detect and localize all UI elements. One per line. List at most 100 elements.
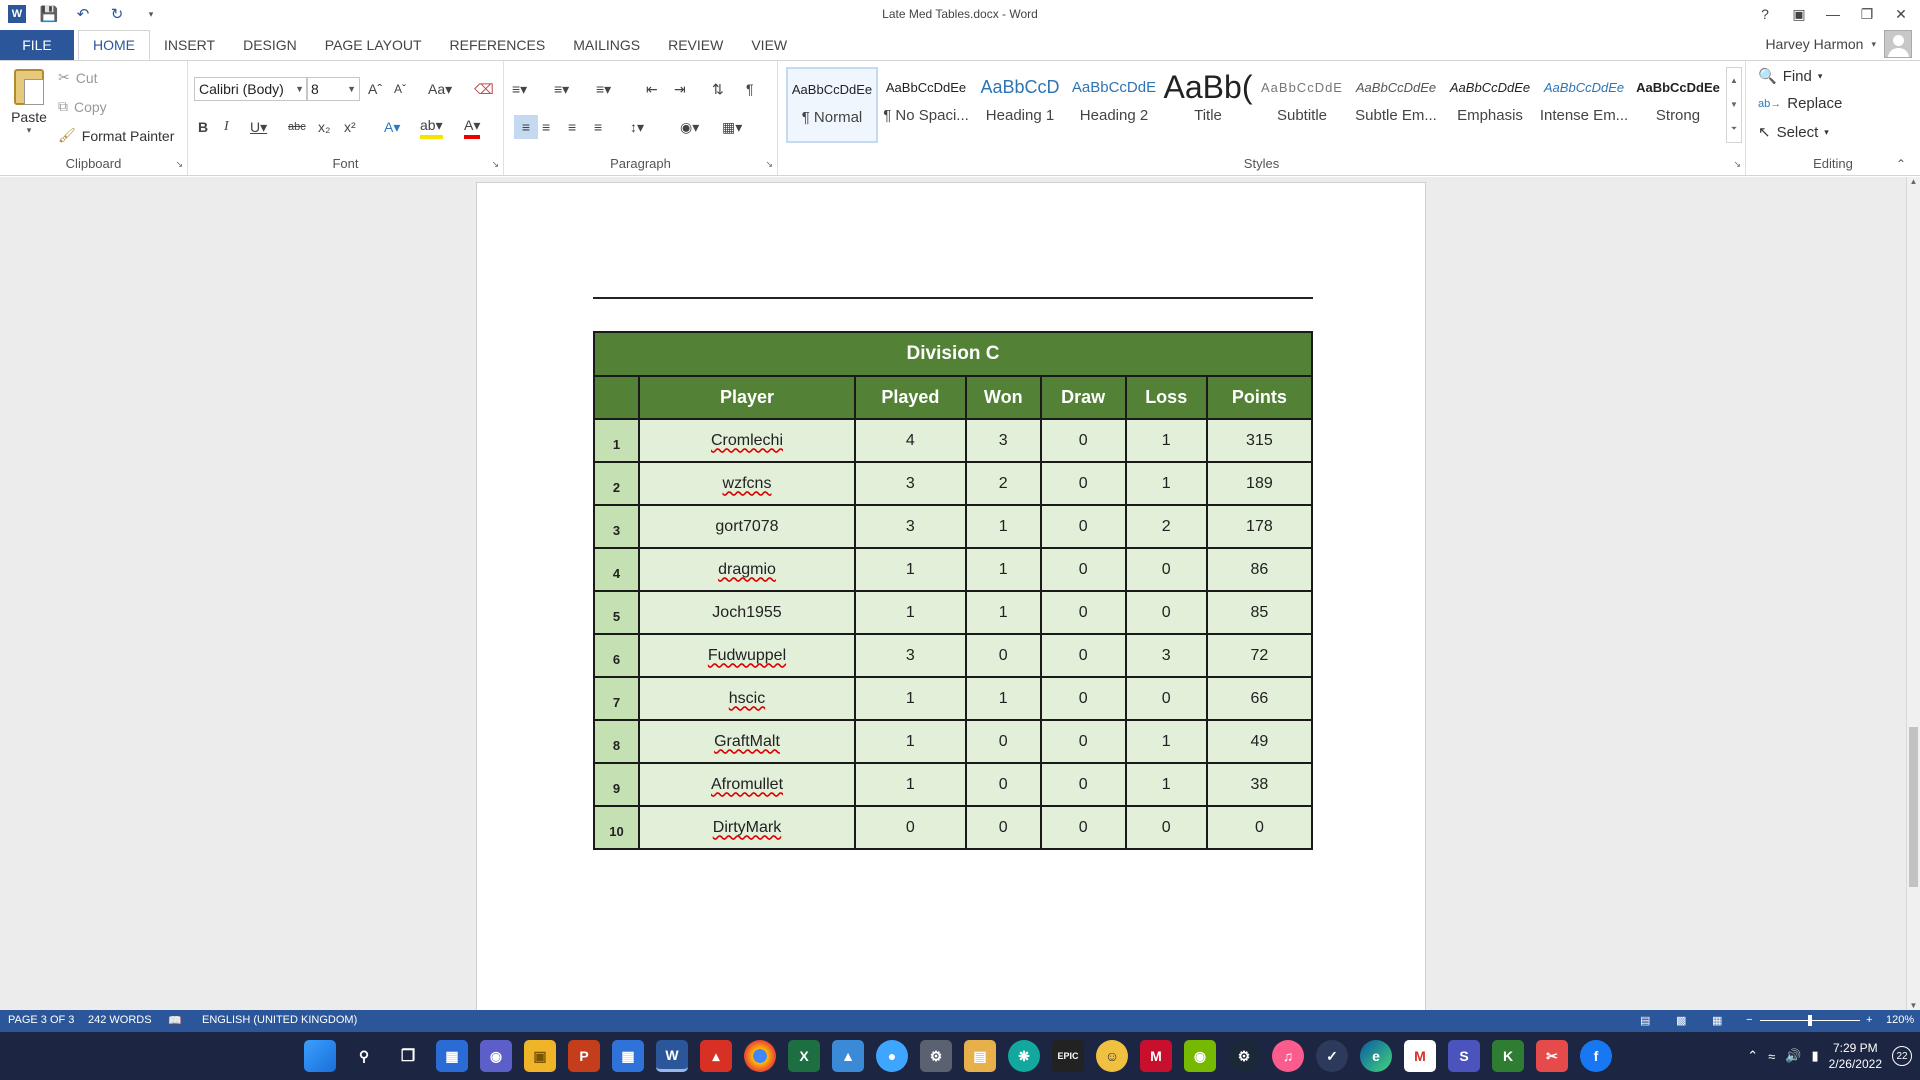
print-layout-icon[interactable]: ▩ bbox=[1676, 1014, 1686, 1027]
points-cell[interactable]: 189 bbox=[1205, 461, 1314, 506]
rank-cell[interactable]: 7 bbox=[593, 676, 640, 721]
change-case-icon[interactable]: Aa▾ bbox=[428, 77, 452, 101]
chevron-up-icon[interactable]: ⌃ bbox=[1747, 1048, 1758, 1064]
user-account[interactable]: Harvey Harmon ▾ bbox=[1765, 28, 1912, 60]
draw-cell[interactable]: 0 bbox=[1039, 547, 1127, 592]
checkmark-app-icon[interactable]: ✓ bbox=[1316, 1040, 1348, 1072]
loss-cell[interactable]: 1 bbox=[1124, 418, 1208, 463]
notes-icon[interactable]: ▤ bbox=[964, 1040, 996, 1072]
won-cell[interactable]: 1 bbox=[964, 504, 1042, 549]
player-cell[interactable]: Cromlechi bbox=[638, 418, 856, 463]
format-painter-button[interactable]: 🖌 Format Painter bbox=[58, 127, 174, 144]
header-cell-draw[interactable]: Draw bbox=[1039, 375, 1127, 420]
dialog-launcher-icon[interactable]: ↘ bbox=[175, 159, 183, 170]
text-effects-icon[interactable]: A▾ bbox=[384, 115, 400, 139]
align-left-icon[interactable]: ≡ bbox=[514, 115, 538, 139]
header-cell-rank[interactable] bbox=[593, 375, 640, 420]
header-cell-player[interactable]: Player bbox=[638, 375, 856, 420]
draw-cell[interactable]: 0 bbox=[1039, 504, 1127, 549]
zoom-out-button[interactable]: − bbox=[1746, 1014, 1752, 1026]
minimize-button[interactable]: — bbox=[1820, 2, 1846, 26]
tab-insert[interactable]: INSERT bbox=[150, 30, 229, 60]
player-cell[interactable]: Joch1955 bbox=[638, 590, 856, 635]
chevron-down-icon[interactable]: ▼ bbox=[1730, 100, 1738, 109]
draw-cell[interactable]: 0 bbox=[1039, 805, 1127, 850]
loss-cell[interactable]: 2 bbox=[1124, 504, 1208, 549]
clear-formatting-icon[interactable]: ⌫ bbox=[474, 77, 494, 101]
numbering-icon[interactable]: ≡▾ bbox=[554, 77, 569, 101]
decrease-indent-icon[interactable]: ⇤ bbox=[646, 77, 658, 101]
multilevel-list-icon[interactable]: ≡▾ bbox=[596, 77, 611, 101]
nvidia-icon[interactable]: ◉ bbox=[1184, 1040, 1216, 1072]
chevron-down-icon[interactable]: ▾ bbox=[1871, 39, 1876, 50]
chevron-up-icon[interactable]: ▲ bbox=[1730, 76, 1738, 85]
standings-table[interactable]: Division C Player Played Won Draw Loss P… bbox=[593, 331, 1314, 850]
header-cell-won[interactable]: Won bbox=[964, 375, 1042, 420]
mcafee-icon[interactable]: M bbox=[1140, 1040, 1172, 1072]
chevron-down-icon[interactable]: ▼ bbox=[1907, 1001, 1920, 1010]
played-cell[interactable]: 1 bbox=[854, 719, 967, 764]
restore-button[interactable]: ❐ bbox=[1854, 2, 1880, 26]
loss-cell[interactable]: 3 bbox=[1124, 633, 1208, 678]
line-spacing-icon[interactable]: ↕▾ bbox=[630, 115, 644, 139]
more-icon[interactable]: ⏷ bbox=[1731, 124, 1737, 134]
sort-icon[interactable]: ⇅ bbox=[712, 77, 724, 101]
played-cell[interactable]: 3 bbox=[854, 461, 967, 506]
player-cell[interactable]: hscic bbox=[638, 676, 856, 721]
tab-home[interactable]: HOME bbox=[78, 30, 150, 60]
won-cell[interactable]: 0 bbox=[964, 805, 1042, 850]
style-subtle-emphasis[interactable]: AaBbCcDdEe Subtle Em... bbox=[1350, 67, 1442, 143]
rank-cell[interactable]: 4 bbox=[593, 547, 640, 592]
header-cell-loss[interactable]: Loss bbox=[1124, 375, 1208, 420]
style-subtitle[interactable]: AaBbCcDdE Subtitle bbox=[1256, 67, 1348, 143]
style-heading-2[interactable]: AaBbCcDdE Heading 2 bbox=[1068, 67, 1160, 143]
font-size-dropdown[interactable]: 8 ▼ bbox=[306, 77, 360, 101]
task-view-icon[interactable]: ❐ bbox=[392, 1040, 424, 1072]
facebook-icon[interactable]: f bbox=[1580, 1040, 1612, 1072]
points-cell[interactable]: 72 bbox=[1205, 633, 1314, 678]
document-page[interactable]: Division C Player Played Won Draw Loss P… bbox=[476, 182, 1426, 1032]
search-icon[interactable]: ⚲ bbox=[348, 1040, 380, 1072]
ribbon-display-options-icon[interactable]: ▣ bbox=[1786, 2, 1812, 26]
superscript-icon[interactable]: x² bbox=[344, 115, 356, 139]
borders-icon[interactable]: ▦▾ bbox=[722, 115, 742, 139]
played-cell[interactable]: 1 bbox=[854, 676, 967, 721]
store-icon[interactable]: ▦ bbox=[612, 1040, 644, 1072]
strikethrough-icon[interactable]: abc bbox=[288, 115, 306, 139]
powerpoint-icon[interactable]: P bbox=[568, 1040, 600, 1072]
tab-view[interactable]: VIEW bbox=[737, 30, 801, 60]
styles-gallery-scroll[interactable]: ▲ ▼ ⏷ bbox=[1726, 67, 1742, 143]
tab-review[interactable]: REVIEW bbox=[654, 30, 737, 60]
show-formatting-marks-icon[interactable]: ¶ bbox=[746, 77, 754, 101]
points-cell[interactable]: 85 bbox=[1205, 590, 1314, 635]
draw-cell[interactable]: 0 bbox=[1039, 461, 1127, 506]
bold-icon[interactable]: B bbox=[198, 115, 208, 139]
shading-icon[interactable]: ◉▾ bbox=[680, 115, 699, 139]
style-no-spacing[interactable]: AaBbCcDdEe ¶ No Spaci... bbox=[880, 67, 972, 143]
draw-cell[interactable]: 0 bbox=[1039, 590, 1127, 635]
points-cell[interactable]: 178 bbox=[1205, 504, 1314, 549]
gmail-icon[interactable]: M bbox=[1404, 1040, 1436, 1072]
zoom-slider-thumb[interactable] bbox=[1808, 1015, 1812, 1026]
won-cell[interactable]: 1 bbox=[964, 676, 1042, 721]
photos-icon[interactable]: ▲ bbox=[832, 1040, 864, 1072]
chrome-icon[interactable] bbox=[744, 1040, 776, 1072]
tab-page-layout[interactable]: PAGE LAYOUT bbox=[311, 30, 436, 60]
vertical-scrollbar[interactable]: ▲ ▼ bbox=[1906, 177, 1920, 1010]
windows-start-icon[interactable] bbox=[304, 1040, 336, 1072]
scrollbar-thumb[interactable] bbox=[1909, 727, 1918, 887]
points-cell[interactable]: 49 bbox=[1205, 719, 1314, 764]
player-cell[interactable]: GraftMalt bbox=[638, 719, 856, 764]
user-name[interactable]: Harvey Harmon bbox=[1765, 36, 1863, 52]
bullets-icon[interactable]: ≡▾ bbox=[512, 77, 527, 101]
header-cell-played[interactable]: Played bbox=[854, 375, 967, 420]
snipping-tool-icon[interactable]: ✂ bbox=[1536, 1040, 1568, 1072]
shrink-font-icon[interactable]: Aˇ bbox=[394, 77, 406, 101]
style-normal[interactable]: AaBbCcDdEe ¶ Normal bbox=[786, 67, 878, 143]
zoom-slider[interactable] bbox=[1760, 1015, 1860, 1026]
volume-icon[interactable]: 🔊 bbox=[1785, 1048, 1801, 1064]
gift-icon[interactable]: ▴ bbox=[700, 1040, 732, 1072]
dialog-launcher-icon[interactable]: ↘ bbox=[491, 159, 499, 170]
points-cell[interactable]: 0 bbox=[1205, 805, 1314, 850]
chevron-down-icon[interactable]: ▾ bbox=[8, 125, 50, 136]
